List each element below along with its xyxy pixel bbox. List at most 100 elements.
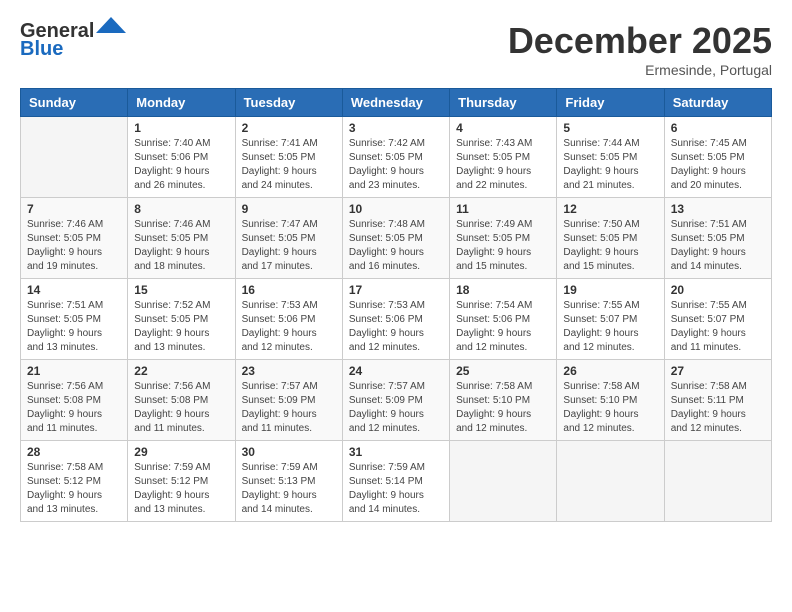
day-info: Sunrise: 7:56 AM Sunset: 5:08 PM Dayligh… xyxy=(134,380,228,436)
calendar-day-cell: 20 Sunrise: 7:55 AM Sunset: 5:07 PM Dayli… xyxy=(664,279,771,360)
day-number: 15 xyxy=(134,283,228,297)
day-number: 23 xyxy=(242,364,336,378)
calendar-day-cell: 11Sunrise: 7:49 AM Sunset: 5:05 PM Dayli… xyxy=(450,198,557,279)
calendar-day-cell: 14 Sunrise: 7:51 AM Sunset: 5:05 PM Dayli… xyxy=(21,279,128,360)
day-info: Sunrise: 7:58 AM Sunset: 5:11 PM Dayligh… xyxy=(671,380,765,436)
day-info: Sunrise: 7:58 AM Sunset: 5:10 PM Dayligh… xyxy=(563,380,657,436)
calendar-day-cell: 9Sunrise: 7:47 AM Sunset: 5:05 PM Daylig… xyxy=(235,198,342,279)
calendar-day-cell: 30 Sunrise: 7:59 AM Sunset: 5:13 PM Dayli… xyxy=(235,441,342,522)
day-number: 10 xyxy=(349,202,443,216)
calendar-day-cell xyxy=(664,441,771,522)
calendar-day-cell: 1 Sunrise: 7:40 AM Sunset: 5:06 PM Daylig… xyxy=(128,117,235,198)
day-info: Sunrise: 7:52 AM Sunset: 5:05 PM Dayligh… xyxy=(134,299,228,355)
calendar-week-row: 21 Sunrise: 7:56 AM Sunset: 5:08 PM Dayli… xyxy=(21,360,772,441)
day-of-week-header: Friday xyxy=(557,89,664,117)
calendar-day-cell xyxy=(450,441,557,522)
day-number: 17 xyxy=(349,283,443,297)
calendar-week-row: 7 Sunrise: 7:46 AM Sunset: 5:05 PM Daylig… xyxy=(21,198,772,279)
day-info: Sunrise: 7:40 AM Sunset: 5:06 PM Dayligh… xyxy=(134,137,228,193)
day-number: 26 xyxy=(563,364,657,378)
calendar-day-cell: 3Sunrise: 7:42 AM Sunset: 5:05 PM Daylig… xyxy=(342,117,449,198)
calendar-day-cell: 26 Sunrise: 7:58 AM Sunset: 5:10 PM Dayli… xyxy=(557,360,664,441)
calendar-day-cell: 25 Sunrise: 7:58 AM Sunset: 5:10 PM Dayli… xyxy=(450,360,557,441)
day-of-week-header: Saturday xyxy=(664,89,771,117)
day-number: 21 xyxy=(27,364,121,378)
day-info: Sunrise: 7:58 AM Sunset: 5:10 PM Dayligh… xyxy=(456,380,550,436)
calendar-week-row: 1 Sunrise: 7:40 AM Sunset: 5:06 PM Daylig… xyxy=(21,117,772,198)
day-info: Sunrise: 7:59 AM Sunset: 5:13 PM Dayligh… xyxy=(242,461,336,517)
day-number: 31 xyxy=(349,445,443,459)
day-number: 25 xyxy=(456,364,550,378)
day-of-week-header: Tuesday xyxy=(235,89,342,117)
day-info: Sunrise: 7:41 AM Sunset: 5:05 PM Dayligh… xyxy=(242,137,336,193)
logo-blue-text: Blue xyxy=(20,38,126,60)
calendar-header-row: SundayMondayTuesdayWednesdayThursdayFrid… xyxy=(21,89,772,117)
day-number: 16 xyxy=(242,283,336,297)
day-info: Sunrise: 7:53 AM Sunset: 5:06 PM Dayligh… xyxy=(349,299,443,355)
logo-icon xyxy=(96,15,126,35)
day-number: 6 xyxy=(671,121,765,135)
day-info: Sunrise: 7:48 AM Sunset: 5:05 PM Dayligh… xyxy=(349,218,443,274)
location-text: Ermesinde, Portugal xyxy=(508,62,772,78)
calendar-day-cell: 15 Sunrise: 7:52 AM Sunset: 5:05 PM Dayli… xyxy=(128,279,235,360)
calendar-table: SundayMondayTuesdayWednesdayThursdayFrid… xyxy=(20,88,772,522)
day-of-week-header: Wednesday xyxy=(342,89,449,117)
day-info: Sunrise: 7:44 AM Sunset: 5:05 PM Dayligh… xyxy=(563,137,657,193)
day-info: Sunrise: 7:58 AM Sunset: 5:12 PM Dayligh… xyxy=(27,461,121,517)
day-info: Sunrise: 7:46 AM Sunset: 5:05 PM Dayligh… xyxy=(27,218,121,274)
day-number: 18 xyxy=(456,283,550,297)
calendar-day-cell: 17 Sunrise: 7:53 AM Sunset: 5:06 PM Dayli… xyxy=(342,279,449,360)
day-number: 14 xyxy=(27,283,121,297)
day-number: 12 xyxy=(563,202,657,216)
calendar-day-cell: 6 Sunrise: 7:45 AM Sunset: 5:05 PM Daylig… xyxy=(664,117,771,198)
calendar-week-row: 14 Sunrise: 7:51 AM Sunset: 5:05 PM Dayli… xyxy=(21,279,772,360)
day-info: Sunrise: 7:56 AM Sunset: 5:08 PM Dayligh… xyxy=(27,380,121,436)
calendar-day-cell: 18 Sunrise: 7:54 AM Sunset: 5:06 PM Dayli… xyxy=(450,279,557,360)
calendar-day-cell: 27 Sunrise: 7:58 AM Sunset: 5:11 PM Dayli… xyxy=(664,360,771,441)
calendar-day-cell: 21 Sunrise: 7:56 AM Sunset: 5:08 PM Dayli… xyxy=(21,360,128,441)
day-number: 7 xyxy=(27,202,121,216)
day-of-week-header: Thursday xyxy=(450,89,557,117)
day-number: 1 xyxy=(134,121,228,135)
day-number: 24 xyxy=(349,364,443,378)
calendar-day-cell: 10 Sunrise: 7:48 AM Sunset: 5:05 PM Dayli… xyxy=(342,198,449,279)
day-info: Sunrise: 7:59 AM Sunset: 5:14 PM Dayligh… xyxy=(349,461,443,517)
calendar-day-cell: 13 Sunrise: 7:51 AM Sunset: 5:05 PM Dayli… xyxy=(664,198,771,279)
day-info: Sunrise: 7:51 AM Sunset: 5:05 PM Dayligh… xyxy=(671,218,765,274)
calendar-day-cell: 31 Sunrise: 7:59 AM Sunset: 5:14 PM Dayli… xyxy=(342,441,449,522)
day-info: Sunrise: 7:43 AM Sunset: 5:05 PM Dayligh… xyxy=(456,137,550,193)
calendar-day-cell xyxy=(21,117,128,198)
calendar-day-cell: 8Sunrise: 7:46 AM Sunset: 5:05 PM Daylig… xyxy=(128,198,235,279)
day-number: 4 xyxy=(456,121,550,135)
day-info: Sunrise: 7:51 AM Sunset: 5:05 PM Dayligh… xyxy=(27,299,121,355)
day-info: Sunrise: 7:47 AM Sunset: 5:05 PM Dayligh… xyxy=(242,218,336,274)
day-of-week-header: Sunday xyxy=(21,89,128,117)
calendar-day-cell: 2Sunrise: 7:41 AM Sunset: 5:05 PM Daylig… xyxy=(235,117,342,198)
day-info: Sunrise: 7:54 AM Sunset: 5:06 PM Dayligh… xyxy=(456,299,550,355)
day-number: 20 xyxy=(671,283,765,297)
day-info: Sunrise: 7:55 AM Sunset: 5:07 PM Dayligh… xyxy=(563,299,657,355)
day-info: Sunrise: 7:59 AM Sunset: 5:12 PM Dayligh… xyxy=(134,461,228,517)
calendar-day-cell: 4 Sunrise: 7:43 AM Sunset: 5:05 PM Daylig… xyxy=(450,117,557,198)
day-info: Sunrise: 7:46 AM Sunset: 5:05 PM Dayligh… xyxy=(134,218,228,274)
calendar-day-cell: 12 Sunrise: 7:50 AM Sunset: 5:05 PM Dayli… xyxy=(557,198,664,279)
calendar-day-cell: 29Sunrise: 7:59 AM Sunset: 5:12 PM Dayli… xyxy=(128,441,235,522)
day-info: Sunrise: 7:57 AM Sunset: 5:09 PM Dayligh… xyxy=(242,380,336,436)
day-number: 13 xyxy=(671,202,765,216)
calendar-week-row: 28 Sunrise: 7:58 AM Sunset: 5:12 PM Dayli… xyxy=(21,441,772,522)
calendar-day-cell: 7 Sunrise: 7:46 AM Sunset: 5:05 PM Daylig… xyxy=(21,198,128,279)
calendar-day-cell xyxy=(557,441,664,522)
day-number: 22 xyxy=(134,364,228,378)
page-header: General Blue December 2025 Ermesinde, Po… xyxy=(20,20,772,78)
day-info: Sunrise: 7:55 AM Sunset: 5:07 PM Dayligh… xyxy=(671,299,765,355)
day-number: 27 xyxy=(671,364,765,378)
day-info: Sunrise: 7:45 AM Sunset: 5:05 PM Dayligh… xyxy=(671,137,765,193)
day-number: 28 xyxy=(27,445,121,459)
day-info: Sunrise: 7:50 AM Sunset: 5:05 PM Dayligh… xyxy=(563,218,657,274)
title-block: December 2025 Ermesinde, Portugal xyxy=(508,20,772,78)
day-info: Sunrise: 7:42 AM Sunset: 5:05 PM Dayligh… xyxy=(349,137,443,193)
day-info: Sunrise: 7:57 AM Sunset: 5:09 PM Dayligh… xyxy=(349,380,443,436)
day-number: 30 xyxy=(242,445,336,459)
calendar-day-cell: 24 Sunrise: 7:57 AM Sunset: 5:09 PM Dayli… xyxy=(342,360,449,441)
calendar-day-cell: 28 Sunrise: 7:58 AM Sunset: 5:12 PM Dayli… xyxy=(21,441,128,522)
